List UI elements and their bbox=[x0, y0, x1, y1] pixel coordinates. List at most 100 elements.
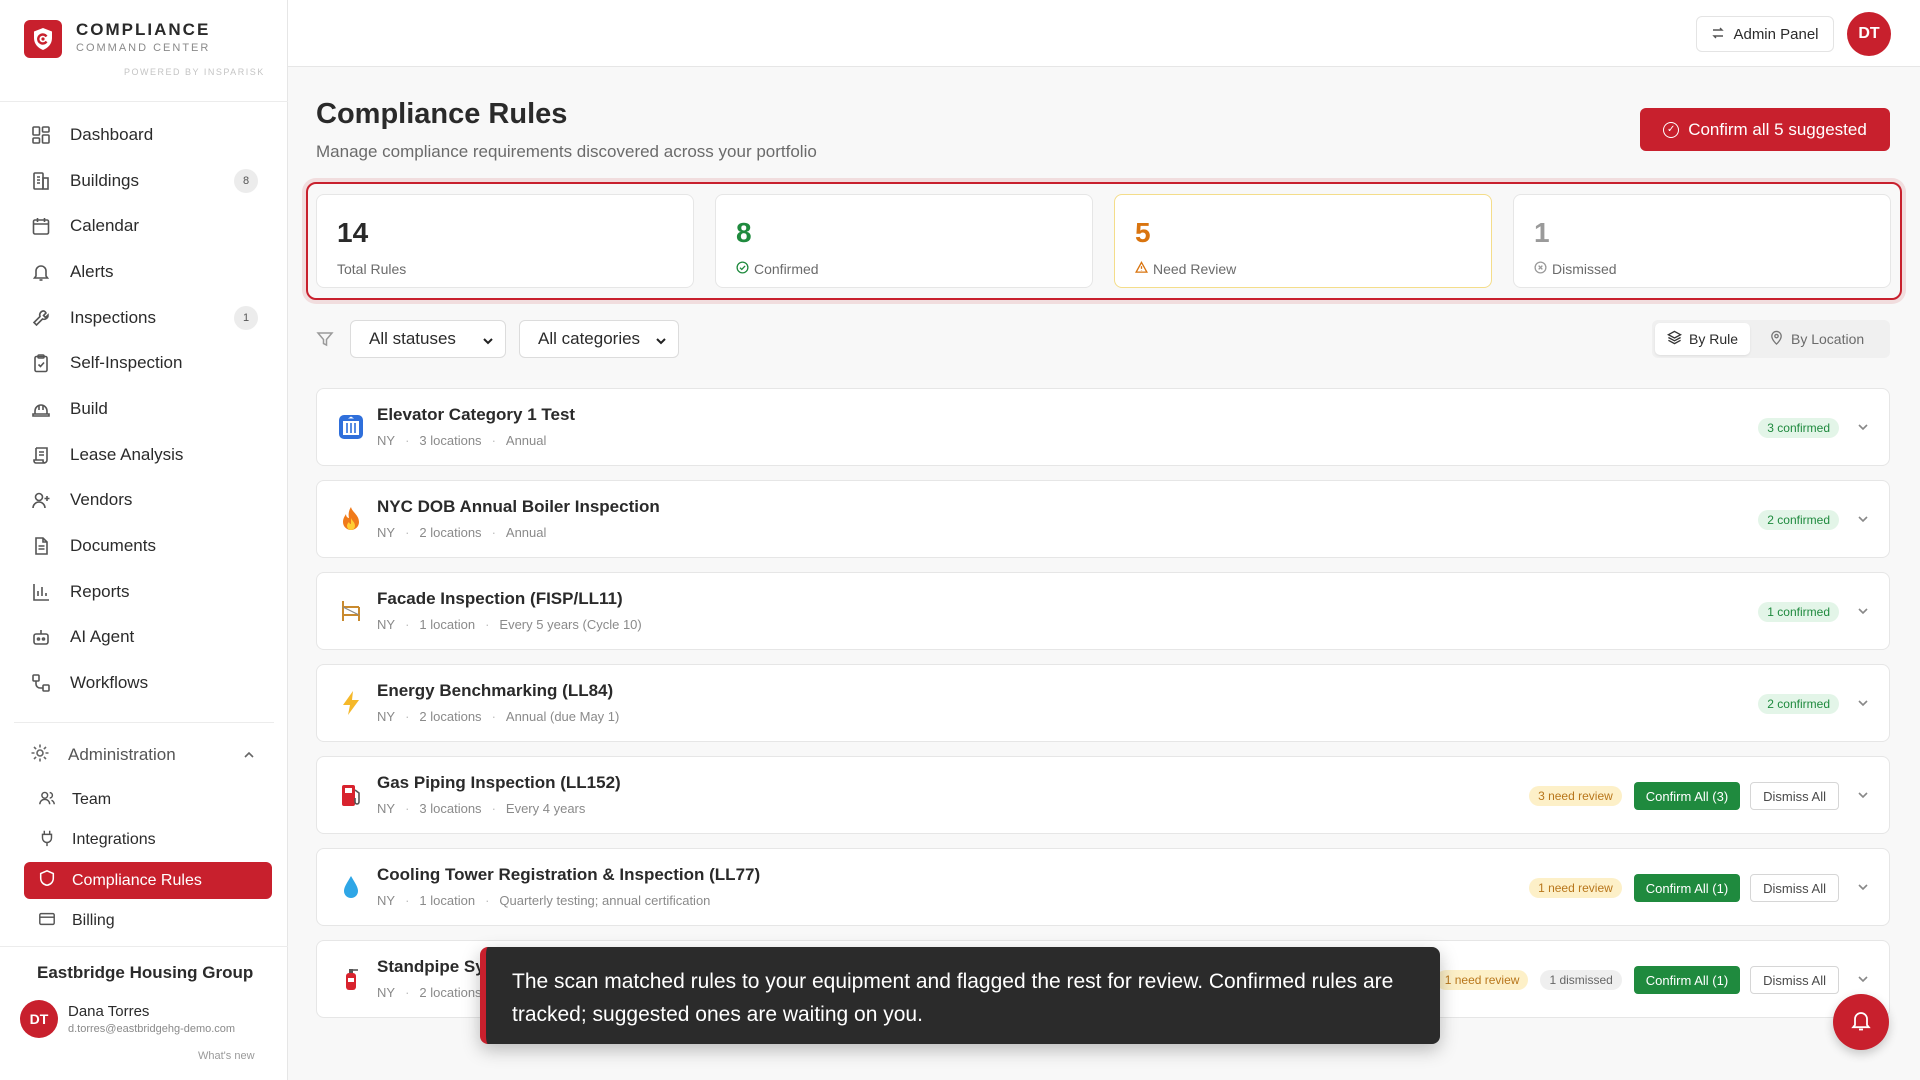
nav-item-integrations[interactable]: Integrations bbox=[24, 820, 272, 860]
nav-item-dashboard[interactable]: Dashboard bbox=[24, 112, 272, 158]
dashboard-icon bbox=[30, 124, 52, 146]
stat-label: Dismissed bbox=[1534, 261, 1617, 277]
notifications-button[interactable] bbox=[1833, 994, 1889, 1050]
main-nav: Dashboard Buildings 8 Calendar Alerts In… bbox=[24, 112, 272, 706]
rule-row[interactable]: Elevator Category 1 Test NY · 3 locations… bbox=[316, 388, 1890, 466]
credit-card-icon bbox=[38, 910, 56, 933]
rule-title: Elevator Category 1 Test bbox=[377, 405, 576, 424]
rule-row[interactable]: Gas Piping Inspection (LL152) NY · 3 loca… bbox=[316, 756, 1890, 834]
chevron-down-icon[interactable] bbox=[1855, 787, 1871, 803]
user-profile[interactable]: DT Dana Torres d.torres@eastbridgehg-dem… bbox=[20, 1000, 235, 1038]
nav-item-build[interactable]: Build bbox=[24, 386, 272, 432]
brand-title: COMPLIANCE bbox=[76, 20, 211, 39]
nav-item-compliance-rules[interactable]: Compliance Rules bbox=[24, 862, 272, 899]
rule-actions: 1 need review 1 dismissed Confirm All (1… bbox=[1424, 941, 1839, 1019]
chevron-down-icon[interactable] bbox=[1855, 511, 1871, 527]
confirm-all-button[interactable]: Confirm All (1) bbox=[1633, 966, 1741, 994]
dismiss-all-button[interactable]: Dismiss All bbox=[1750, 966, 1839, 994]
fire-extinguisher-icon bbox=[337, 965, 365, 993]
dismiss-all-button[interactable]: Dismiss All bbox=[1750, 874, 1839, 902]
rule-row[interactable]: Facade Inspection (FISP/LL11) NY · 1 loca… bbox=[316, 572, 1890, 650]
nav-item-ai-agent[interactable]: AI Agent bbox=[24, 615, 272, 661]
map-pin-icon bbox=[1769, 330, 1784, 348]
nav-item-reports[interactable]: Reports bbox=[24, 569, 272, 615]
stat-dismissed[interactable]: 1 Dismissed bbox=[1513, 194, 1891, 288]
brand[interactable]: COMPLIANCE COMMAND CENTER bbox=[24, 20, 210, 58]
nav-label: Documents bbox=[70, 536, 156, 556]
status-filter-select[interactable]: All statuses bbox=[350, 320, 506, 358]
chevron-down-icon[interactable] bbox=[1855, 419, 1871, 435]
confirm-all-button[interactable]: Confirm All (1) bbox=[1633, 874, 1741, 902]
chevron-down-icon[interactable] bbox=[1855, 603, 1871, 619]
rule-locations: 1 location bbox=[419, 893, 476, 908]
chevron-down-icon[interactable] bbox=[1855, 879, 1871, 895]
stat-need-review[interactable]: 5 Need Review bbox=[1114, 194, 1492, 288]
rule-state: NY bbox=[377, 709, 396, 724]
nav-item-lease-analysis[interactable]: Lease Analysis bbox=[24, 432, 272, 478]
user-avatar[interactable]: DT bbox=[1847, 12, 1891, 56]
confirmed-badge: 3 confirmed bbox=[1758, 418, 1839, 438]
nav-item-documents[interactable]: Documents bbox=[24, 523, 272, 569]
nav-label: Reports bbox=[70, 581, 130, 601]
rule-title: Energy Benchmarking (LL84) bbox=[377, 681, 614, 700]
chevron-down-icon[interactable] bbox=[1855, 971, 1871, 987]
dismiss-all-button[interactable]: Dismiss All bbox=[1750, 782, 1839, 810]
stat-confirmed[interactable]: 8 Confirmed bbox=[715, 194, 1093, 288]
nav-item-vendors[interactable]: Vendors bbox=[24, 478, 272, 524]
nav-label: Administration bbox=[68, 745, 176, 764]
rule-row[interactable]: Energy Benchmarking (LL84) NY · 2 locatio… bbox=[316, 664, 1890, 742]
rule-state: NY bbox=[377, 801, 396, 816]
nav-item-buildings[interactable]: Buildings 8 bbox=[24, 158, 272, 204]
by-location-toggle[interactable]: By Location bbox=[1757, 323, 1876, 355]
nav-label: Alerts bbox=[70, 261, 114, 281]
confirm-all-suggested-button[interactable]: ✓ Confirm all 5 suggested bbox=[1640, 108, 1890, 151]
rule-frequency: Every 5 years (Cycle 10) bbox=[499, 617, 642, 632]
admin-panel-button[interactable]: Admin Panel bbox=[1696, 16, 1834, 52]
chevron-down-icon[interactable] bbox=[1855, 695, 1871, 711]
nav-item-workflows[interactable]: Workflows bbox=[24, 660, 272, 706]
nav-item-billing[interactable]: Billing bbox=[24, 901, 272, 941]
divider bbox=[0, 946, 288, 947]
stat-label: Total Rules bbox=[337, 261, 406, 277]
rule-row[interactable]: Cooling Tower Registration & Inspection … bbox=[316, 848, 1890, 926]
rule-title: Cooling Tower Registration & Inspection … bbox=[377, 865, 761, 884]
by-rule-toggle[interactable]: By Rule bbox=[1655, 323, 1751, 355]
nav-label: Compliance Rules bbox=[72, 871, 202, 889]
category-filter-select[interactable]: All categories bbox=[519, 320, 679, 358]
view-toggle: By Rule By Location bbox=[1652, 320, 1890, 358]
user-email: d.torres@eastbridgehg-demo.com bbox=[68, 1023, 236, 1035]
count-badge: 1 bbox=[234, 305, 258, 330]
divider bbox=[14, 722, 274, 723]
confirmed-badge: 2 confirmed bbox=[1758, 510, 1839, 530]
clipboard-icon bbox=[30, 352, 52, 374]
nav-label: Integrations bbox=[72, 831, 156, 848]
stat-total-rules[interactable]: 14 Total Rules bbox=[316, 194, 694, 288]
nav-item-calendar[interactable]: Calendar bbox=[24, 203, 272, 249]
sidebar: COMPLIANCE COMMAND CENTER POWERED BY INS… bbox=[0, 0, 288, 1080]
rule-meta: NY · 2 locations · Annual (due May 1) bbox=[377, 709, 619, 724]
nav-label: Build bbox=[70, 398, 108, 418]
nav-label: Dashboard bbox=[70, 124, 154, 144]
nav-item-self-inspection[interactable]: Self-Inspection bbox=[24, 340, 272, 386]
nav-item-alerts[interactable]: Alerts bbox=[24, 249, 272, 295]
stat-label-text: Need Review bbox=[1153, 261, 1237, 277]
topbar: Admin Panel DT bbox=[288, 0, 1920, 67]
rule-frequency: Annual bbox=[505, 525, 547, 540]
rule-row[interactable]: NYC DOB Annual Boiler Inspection NY · 2 l… bbox=[316, 480, 1890, 558]
calendar-icon bbox=[30, 215, 52, 237]
confirmed-badge: 2 confirmed bbox=[1758, 694, 1839, 714]
chevron-down-icon bbox=[654, 333, 668, 353]
confirm-all-button[interactable]: Confirm All (3) bbox=[1633, 782, 1741, 810]
nav-item-inspections[interactable]: Inspections 1 bbox=[24, 295, 272, 341]
count-badge: 8 bbox=[234, 168, 258, 193]
nav-item-administration[interactable]: Administration bbox=[30, 740, 266, 770]
stat-label-text: Total Rules bbox=[337, 261, 407, 277]
check-circle-icon bbox=[736, 261, 749, 277]
whats-new-link[interactable]: What's new bbox=[198, 1050, 255, 1062]
bar-chart-icon bbox=[30, 581, 52, 603]
stat-label: Confirmed bbox=[736, 261, 819, 277]
nav-item-team[interactable]: Team bbox=[24, 780, 272, 820]
scroll-icon bbox=[30, 444, 52, 466]
warning-icon bbox=[1135, 261, 1148, 277]
by-location-label: By Location bbox=[1791, 331, 1865, 347]
